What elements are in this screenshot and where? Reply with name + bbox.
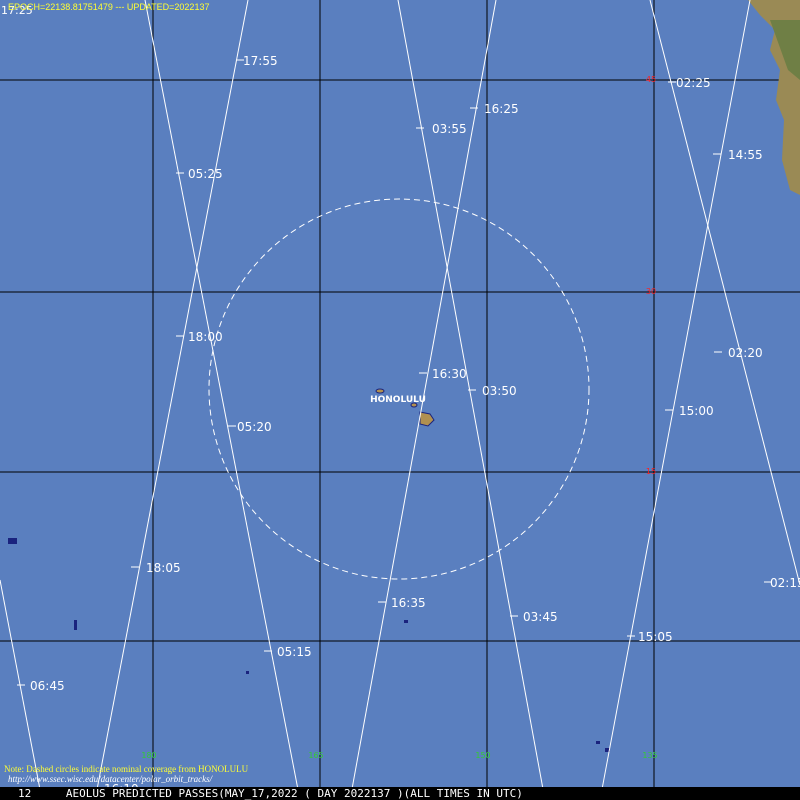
lat-label-30: 30	[646, 287, 656, 296]
lon-label-180: 180	[141, 751, 156, 760]
page-number: 12	[18, 787, 32, 800]
time-ticks	[17, 59, 772, 686]
pass-time-label: 05:25	[188, 167, 223, 181]
pass-time-label: 03:55	[432, 122, 467, 136]
pass-time-label: 18:05	[146, 561, 181, 575]
north-america-coast	[748, 0, 800, 195]
pass-time-label: 18:00	[188, 330, 223, 344]
coverage-note-text: Note: Dashed circles indicate nominal co…	[4, 764, 249, 774]
latitude-labels: 45 30 15	[646, 75, 656, 476]
lat-label-15: 15	[646, 467, 656, 476]
pass-time-label: 06:45	[30, 679, 65, 693]
pass-time-label: 03:50	[482, 384, 517, 398]
satellite-pass-map: 45 30 15 180 165 150 135 HONOLULU 17:55 …	[0, 0, 800, 800]
pass-time-label: 16:35	[391, 596, 426, 610]
pass-time-label: 17:55	[243, 54, 278, 68]
pass-time-label: 16:25	[484, 102, 519, 116]
pass-time-label: 03:45	[523, 610, 558, 624]
pass-time-labels: 17:55 05:25 18:00 05:20 18:05 05:15 06:4…	[30, 54, 800, 796]
lon-label-150: 150	[475, 751, 490, 760]
pass-time-label: 15:00	[679, 404, 714, 418]
pass-time-label: 05:20	[237, 420, 272, 434]
pass-time-label: 02:25	[676, 76, 711, 90]
epoch-header: EPOCH=22138.81751479 --- UPDATED=2022137	[8, 2, 210, 12]
pass-time-label: 02:20	[728, 346, 763, 360]
map-graphics: 45 30 15 180 165 150 135 HONOLULU 17:55 …	[0, 0, 800, 800]
station-label: HONOLULU	[370, 395, 426, 405]
longitude-labels: 180 165 150 135	[141, 751, 657, 760]
honolulu-coverage-circle	[208, 198, 590, 580]
track-17-55	[94, 0, 249, 800]
coverage-note: Note: Dashed circles indicate nominal co…	[4, 764, 248, 784]
lat-label-45: 45	[646, 75, 656, 84]
pass-time-label: 02:15	[770, 576, 800, 590]
footer-bar: 12 AEOLUS PREDICTED PASSES(MAY_17,2022 (…	[0, 787, 800, 800]
pass-time-label: 14:55	[728, 148, 763, 162]
track-14-55	[599, 0, 751, 800]
track-05-25	[144, 0, 301, 800]
footer-title: AEOLUS PREDICTED PASSES(MAY_17,2022 ( DA…	[65, 787, 523, 800]
pass-time-label: 15:05	[638, 630, 673, 644]
lon-label-165: 165	[308, 751, 323, 760]
source-url[interactable]: http://www.ssec.wisc.edu/datacenter/pola…	[4, 774, 248, 784]
pass-time-label: 16:30	[432, 367, 467, 381]
lon-label-135: 135	[642, 751, 657, 760]
pass-time-label: 05:15	[277, 645, 312, 659]
